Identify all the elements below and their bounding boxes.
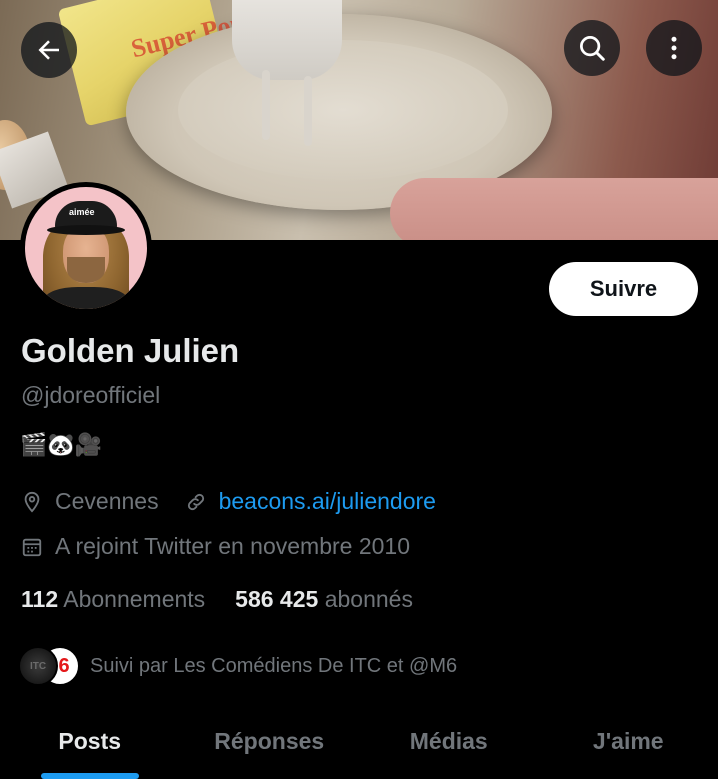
search-button[interactable] <box>564 20 620 76</box>
banner-hand <box>390 178 718 240</box>
tab-label: Réponses <box>214 728 325 754</box>
banner-bowl-inner <box>178 40 508 180</box>
more-options-button[interactable] <box>646 20 702 76</box>
following-count: 112 <box>21 586 59 612</box>
tab-media[interactable]: Médias <box>359 712 539 779</box>
follower-avatar: ITC <box>18 646 58 686</box>
profile-tabs: Posts Réponses Médias J'aime <box>0 712 718 779</box>
tab-label: J'aime <box>592 728 664 754</box>
link-icon <box>187 493 204 510</box>
avatar-photo: aimée <box>25 187 147 309</box>
back-button[interactable] <box>21 22 77 78</box>
arrow-left-icon <box>38 40 59 60</box>
following-stat[interactable]: 112 Abonnements <box>21 586 205 613</box>
following-label: Abonnements <box>63 586 206 612</box>
profile-stats: 112 Abonnements 586 425 abonnés <box>21 586 443 613</box>
profile-meta-row: Cevennes beacons.ai/juliendore <box>21 488 436 515</box>
followed-by[interactable]: ITC 6 Suivi par Les Comédiens De ITC et … <box>18 646 457 686</box>
profile-bio: 🎬🐼🎥 <box>20 432 103 457</box>
banner-mixer <box>232 0 342 80</box>
followed-by-text: Suivi par Les Comédiens De ITC et @M6 <box>90 654 458 677</box>
active-tab-indicator <box>40 773 139 779</box>
location-pin-icon <box>24 491 40 513</box>
profile-location: Cevennes <box>55 488 159 514</box>
followers-count: 586 425 <box>235 586 319 612</box>
followers-stat[interactable]: 586 425 abonnés <box>235 586 413 613</box>
profile-joined-row: A rejoint Twitter en novembre 2010 <box>21 533 410 560</box>
tab-likes[interactable]: J'aime <box>539 712 718 779</box>
profile-handle: @jdoreofficiel <box>21 382 161 408</box>
avatar-hat-text: aimée <box>69 207 95 217</box>
tab-label: Posts <box>58 728 122 754</box>
banner-mixer-beater <box>304 76 312 146</box>
banner-mixer-beater <box>262 70 270 140</box>
avatar-beard <box>67 257 105 283</box>
follow-button[interactable]: Suivre <box>549 262 698 316</box>
calendar-icon <box>22 538 42 556</box>
profile-joined-date: A rejoint Twitter en novembre 2010 <box>55 533 411 559</box>
tab-label: Médias <box>409 728 488 754</box>
avatar-hat-brim <box>47 225 125 235</box>
avatar[interactable]: aimée <box>20 182 152 314</box>
tab-posts[interactable]: Posts <box>0 712 180 779</box>
followers-label: abonnés <box>324 586 413 612</box>
tab-replies[interactable]: Réponses <box>180 712 360 779</box>
follower-avatar-text: ITC <box>29 660 47 672</box>
profile-website-link[interactable]: beacons.ai/juliendore <box>219 488 436 515</box>
avatar-shirt <box>45 287 127 309</box>
more-vertical-icon <box>671 36 677 60</box>
search-icon <box>580 36 605 61</box>
profile-name: Golden Julien <box>21 332 240 369</box>
